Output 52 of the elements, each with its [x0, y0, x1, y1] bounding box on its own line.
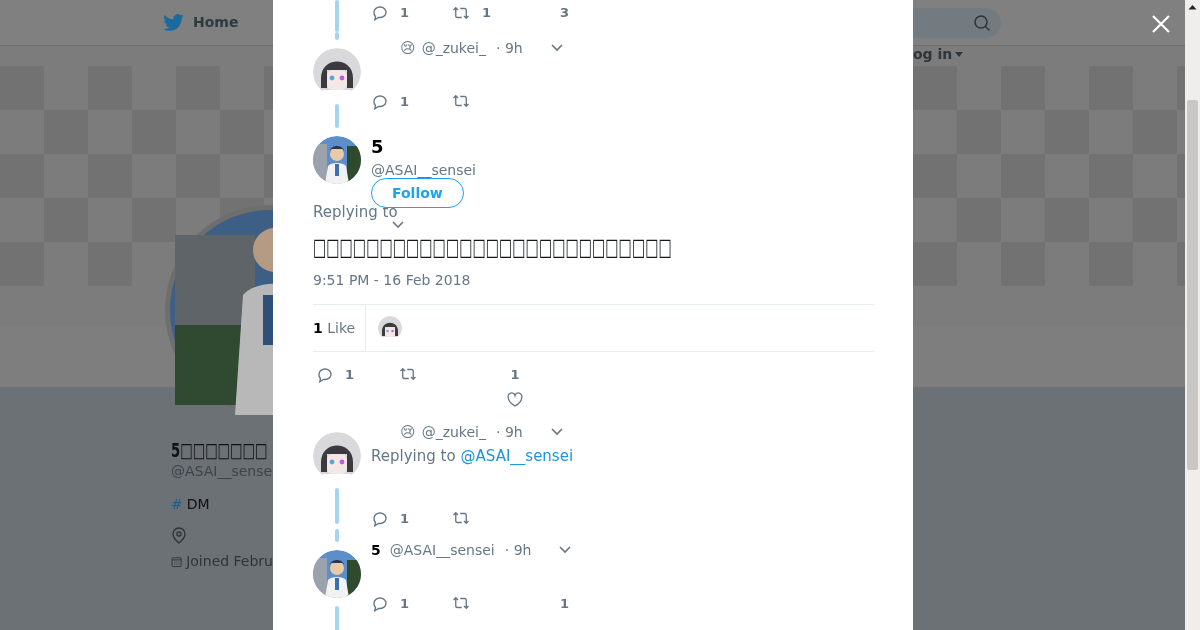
hashtag-link[interactable]: DM [186, 494, 210, 515]
mention-link[interactable]: @ASAI__sensei [460, 444, 574, 468]
action-count: 1 [400, 595, 410, 613]
action-count: 1 [400, 4, 410, 22]
action-count: 1 [482, 4, 492, 22]
action-count: 1 [345, 366, 355, 384]
reply-icon[interactable] [371, 3, 389, 22]
reply-icon[interactable] [371, 92, 389, 111]
replying-to: Replying to [371, 445, 456, 467]
action-count: 1 [400, 510, 410, 528]
tweet-time[interactable]: · 9h [496, 421, 523, 443]
bird-icon [163, 13, 185, 32]
home-link[interactable]: Home [163, 12, 239, 33]
login-link[interactable]: og in [913, 44, 964, 65]
search-field[interactable] [913, 7, 1001, 38]
close-button[interactable] [1151, 14, 1171, 34]
retweet-icon[interactable] [451, 594, 471, 612]
location-icon [171, 527, 187, 545]
reply-icon[interactable] [316, 365, 334, 384]
caret-icon[interactable] [391, 220, 405, 230]
user-handle[interactable]: @ASAI__sensei [389, 539, 495, 561]
caret-icon[interactable] [549, 43, 564, 53]
tweet-timestamp[interactable]: 9:51 PM - 16 Feb 2018 [313, 270, 913, 291]
retweet-icon[interactable] [398, 365, 418, 383]
user-handle[interactable]: @_zukei_ [421, 37, 486, 59]
tweet-text: □□□□□□□□□□□□□□□□□□□□□□□□□□□ [313, 232, 672, 262]
likes-count[interactable]: 1 Like [313, 317, 356, 339]
hashtag-mark: # [171, 495, 183, 514]
search-icon[interactable] [973, 13, 991, 32]
reply-icon[interactable] [371, 594, 389, 613]
user-handle[interactable]: @_zukei_ [421, 421, 486, 443]
emoji: 😢 [400, 37, 416, 59]
follow-button[interactable]: Follow [371, 178, 464, 208]
reply-icon[interactable] [371, 509, 389, 528]
action-count: 1 [510, 366, 520, 384]
user-name[interactable]: 5 [371, 136, 476, 158]
retweet-icon[interactable] [451, 509, 471, 527]
heart-icon[interactable] [506, 390, 524, 409]
profile-name: 5□□□□□□□ [171, 437, 268, 464]
action-count: 3 [560, 4, 570, 22]
tweet-time[interactable]: · 9h [496, 37, 523, 59]
user-name[interactable]: 5 [371, 539, 381, 561]
caret-icon[interactable] [558, 545, 573, 555]
retweet-icon[interactable] [451, 92, 471, 110]
action-count: 1 [560, 595, 570, 613]
tweet-time[interactable]: · 9h [504, 539, 532, 561]
action-count: 1 [400, 93, 410, 111]
joined-date: Joined Febru [186, 552, 273, 571]
caret-icon [955, 52, 964, 57]
emoji: 😢 [400, 421, 416, 443]
caret-icon[interactable] [549, 427, 564, 437]
scrollbar[interactable] [1185, 0, 1200, 630]
